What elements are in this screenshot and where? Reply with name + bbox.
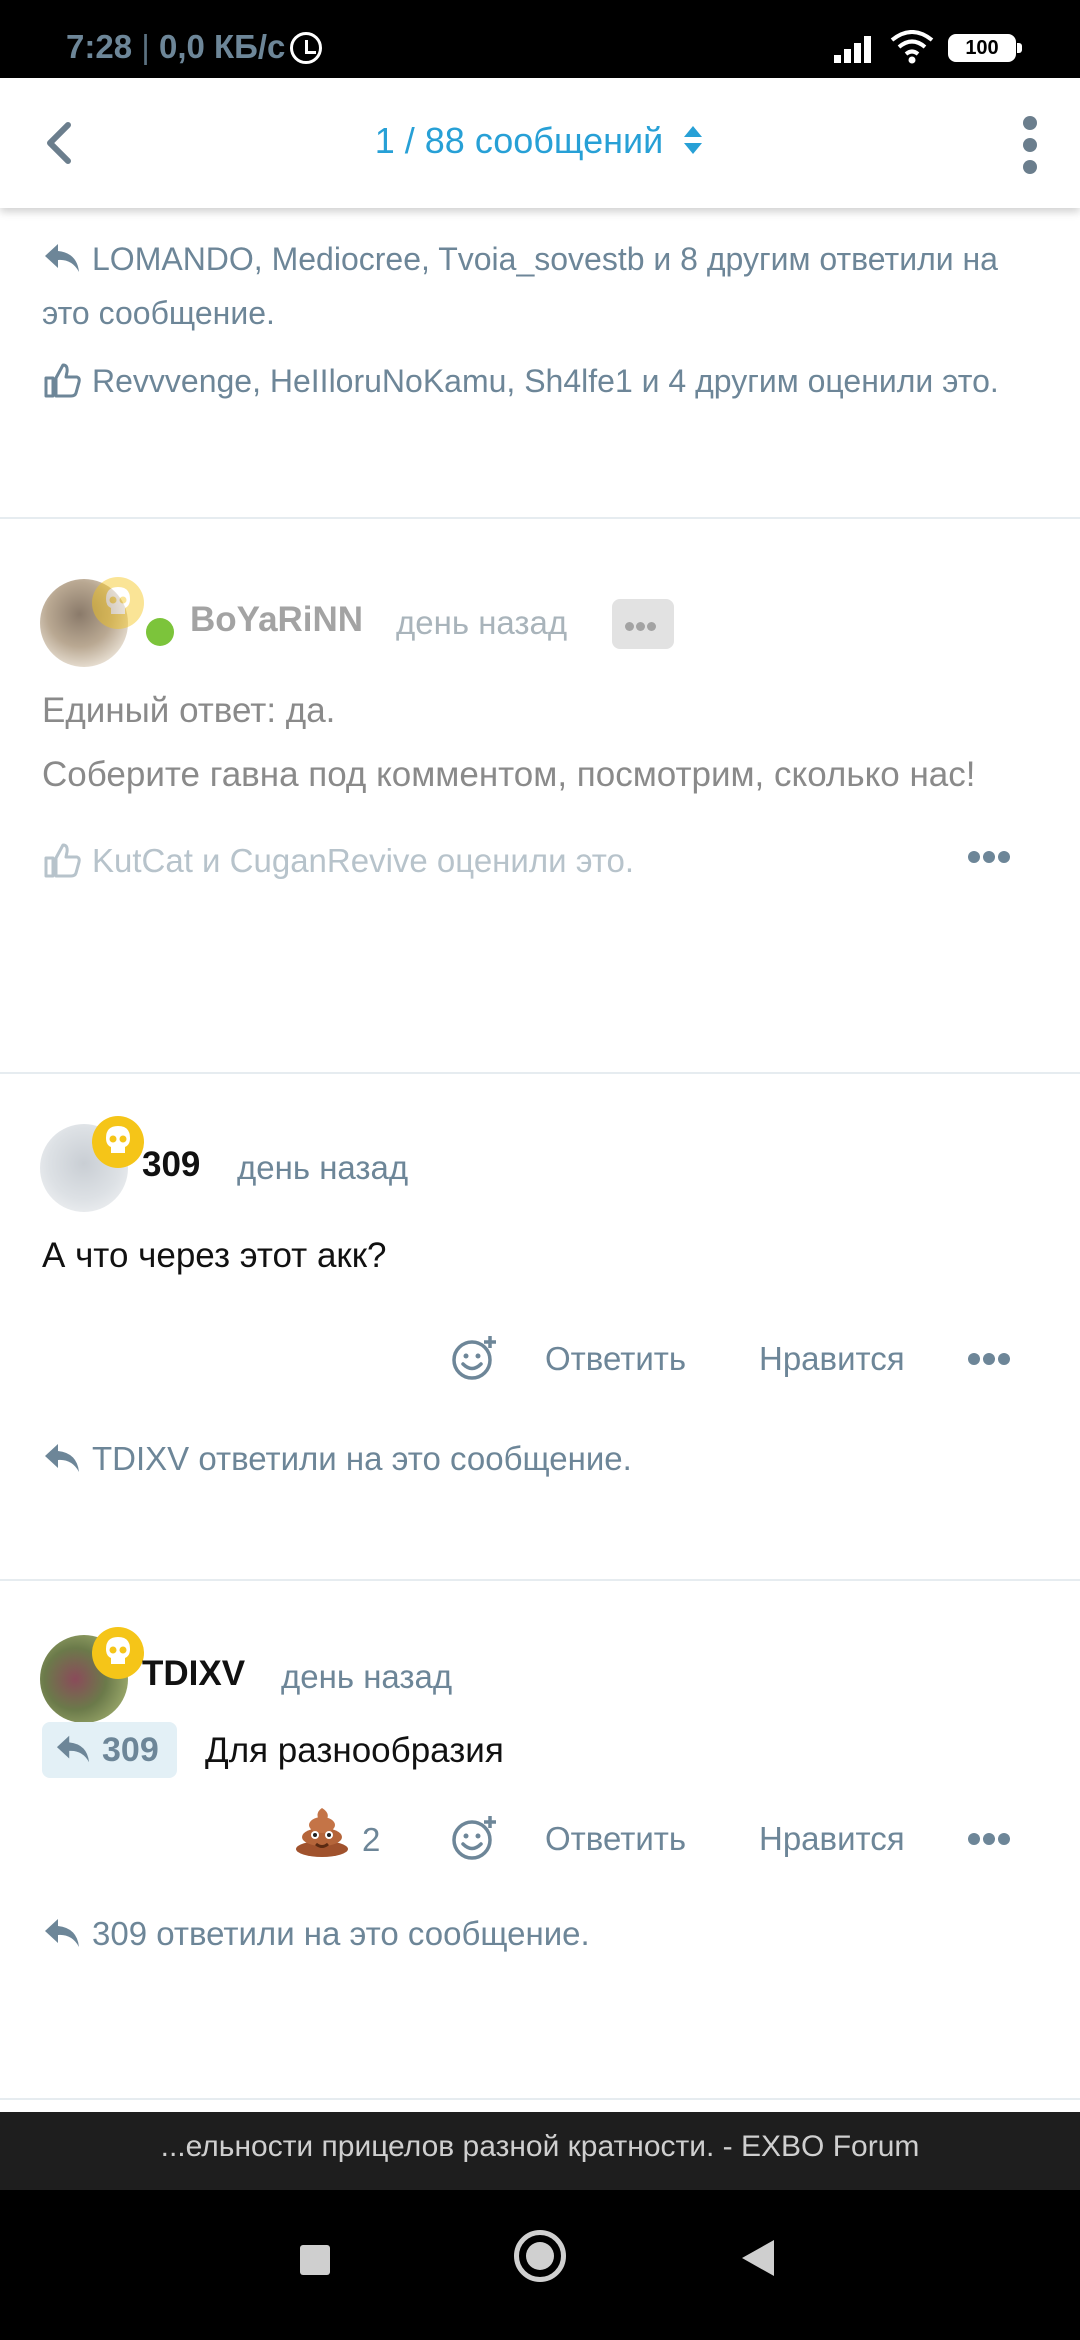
signal-icon — [834, 33, 878, 63]
reply-button[interactable]: Ответить — [545, 1820, 686, 1858]
like-button[interactable]: Нравится — [759, 1820, 905, 1858]
message-counter-button[interactable]: 1 / 88 сообщений — [0, 120, 1080, 162]
status-separator: | — [141, 28, 150, 65]
alarm-icon — [290, 32, 322, 64]
previous-post-meta: LOMANDO, Mediocree, Tvoia_sovestb и 8 др… — [0, 232, 1080, 408]
post-tdixv: TDIXV день назад 309 Для разнообразия 2 … — [0, 1581, 1080, 2101]
reply-button[interactable]: Ответить — [545, 1340, 686, 1378]
skull-badge-icon — [92, 1116, 144, 1168]
add-reaction-icon[interactable] — [450, 1334, 498, 1382]
status-time: 7:28 | 0,0 КБ/с — [66, 28, 285, 66]
likes-summary[interactable]: Revvvenge, HeIIloruNoKamu, Sh4lfe1 и 4 д… — [42, 354, 1040, 408]
post-boyarinn: BoYaRiNN день назад Единый ответ: да. Со… — [0, 519, 1080, 889]
author-name[interactable]: BoYaRiNN — [190, 600, 363, 640]
replies-summary[interactable]: LOMANDO, Mediocree, Tvoia_sovestb и 8 др… — [42, 232, 1040, 340]
author-name[interactable]: TDIXV — [142, 1654, 245, 1694]
likes-summary-text: Revvvenge, HeIIloruNoKamu, Sh4lfe1 и 4 д… — [92, 363, 999, 399]
reply-icon — [56, 1735, 90, 1763]
status-clock: 7:28 — [66, 28, 133, 65]
post-body: Единый ответ: да. Соберите гавна под ком… — [42, 679, 975, 807]
topic-header: 1 / 88 сообщений — [0, 78, 1080, 208]
like-button[interactable]: Нравится — [759, 1340, 905, 1378]
overflow-menu-icon[interactable] — [1020, 116, 1040, 174]
replies-summary-text: 309 ответили на это сообщение. — [92, 1915, 590, 1952]
add-reaction-icon[interactable] — [450, 1814, 498, 1862]
post-line: Соберите гавна под комментом, посмотрим,… — [42, 755, 976, 794]
post-time[interactable]: день назад — [281, 1658, 452, 1696]
post-time[interactable]: день назад — [396, 604, 567, 642]
home-icon[interactable] — [514, 2230, 566, 2282]
sort-arrows-icon — [684, 126, 703, 154]
battery-icon: 100 — [948, 34, 1022, 62]
back-triangle-icon[interactable] — [742, 2240, 774, 2276]
replies-summary[interactable]: TDIXV ответили на это сообщение. — [42, 1440, 632, 1478]
online-status-indicator — [146, 618, 174, 646]
network-speed: 0,0 КБ/с — [158, 28, 286, 65]
replies-summary-text: LOMANDO, Mediocree, Tvoia_sovestb и 8 др… — [42, 241, 998, 331]
wifi-icon — [890, 30, 934, 64]
thumbs-up-icon — [44, 363, 81, 398]
post-309: 309 день назад А что через этот акк? Отв… — [0, 1074, 1080, 1477]
likes-summary-text: KutCat и CuganRevive оценили это. — [92, 842, 635, 879]
replies-summary-text: TDIXV ответили на это сообщение. — [92, 1440, 632, 1477]
system-nav-bar — [0, 2190, 1080, 2340]
post-time[interactable]: день назад — [237, 1149, 408, 1187]
poop-reaction-icon[interactable] — [294, 1805, 350, 1857]
post-line: Единый ответ: да. — [42, 691, 336, 730]
quoted-reply-chip[interactable]: 309 — [42, 1722, 177, 1778]
reply-icon — [45, 1444, 79, 1472]
status-bar: 7:28 | 0,0 КБ/с 100 — [0, 0, 1080, 78]
post-more-icon[interactable] — [968, 850, 1014, 864]
post-body: Для разнообразия — [205, 1731, 504, 1770]
browser-title-bar: ...ельности прицелов разной кратности. -… — [0, 2112, 1080, 2190]
post-more-icon[interactable] — [968, 1832, 1014, 1846]
replies-summary[interactable]: 309 ответили на это сообщение. — [42, 1915, 590, 1953]
author-name[interactable]: 309 — [142, 1145, 200, 1185]
likes-summary[interactable]: KutCat и CuganRevive оценили это. — [42, 842, 634, 880]
skull-badge-icon — [92, 1627, 144, 1679]
reply-icon — [45, 1919, 79, 1947]
skull-badge-icon — [92, 577, 144, 629]
post-more-icon[interactable] — [968, 1352, 1014, 1366]
quoted-author: 309 — [102, 1731, 159, 1769]
reaction-count: 2 — [362, 1821, 381, 1858]
recent-apps-icon[interactable] — [300, 2245, 330, 2275]
post-divider — [0, 2098, 1080, 2100]
posts-feed: LOMANDO, Mediocree, Tvoia_sovestb и 8 др… — [0, 208, 1080, 2228]
reply-icon — [45, 244, 79, 272]
thumbs-up-icon — [44, 843, 81, 878]
user-menu-button[interactable] — [612, 599, 674, 649]
message-counter-label: 1 / 88 сообщений — [374, 120, 664, 161]
post-body: А что через этот акк? — [42, 1236, 387, 1275]
